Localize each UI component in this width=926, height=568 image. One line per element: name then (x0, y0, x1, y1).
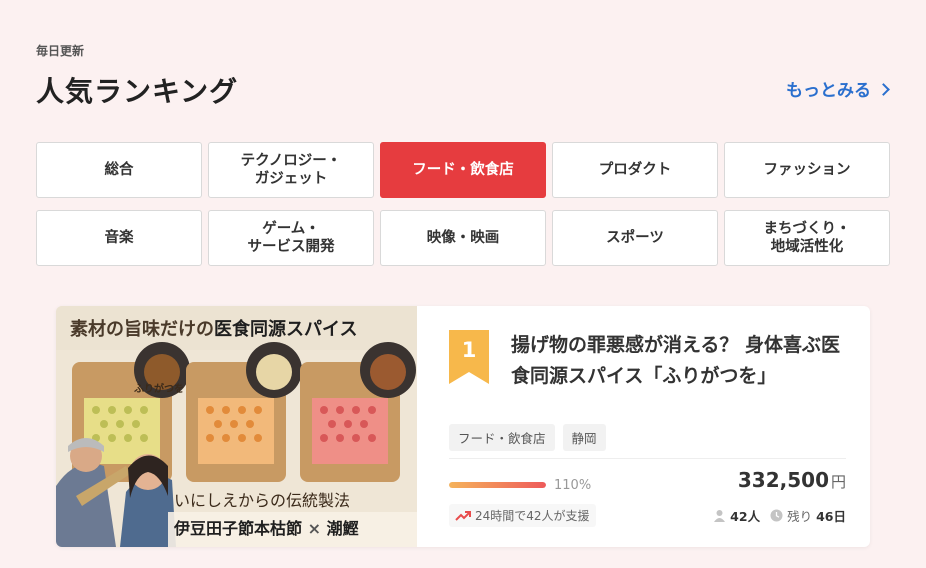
project-title-link[interactable]: 揚げ物の罪悪感が消える？ 身体喜ぶ医食同源スパイス「ふりがつを」 (511, 330, 851, 392)
progress-fill (449, 482, 546, 488)
svg-text:素材の旨味だけの医食同源スパイス: 素材の旨味だけの医食同源スパイス (70, 318, 357, 340)
person-icon (714, 510, 726, 522)
category-tabs: 総合 テクノロジー・ ガジェット フード・飲食店 プロダクト ファッション 音楽… (36, 142, 890, 266)
svg-text:伊豆田子節本枯節 × 潮鰹: 伊豆田子節本枯節 × 潮鰹 (173, 519, 359, 538)
category-tab-game[interactable]: ゲーム・ サービス開発 (208, 210, 374, 266)
package-label: ふりがつを (134, 382, 184, 395)
thumbnail-headline-em: 医食同源スパイス (214, 318, 357, 340)
thumbnail-bottom-pre: 伊豆田子節本枯節 (173, 519, 302, 538)
remaining-label: 残り (787, 509, 813, 524)
project-thumbnail[interactable]: 素材の旨味だけの医食同源スパイス ふりがつを いにしえからの伝統製法 伊豆田子節… (56, 306, 417, 547)
ranking-card[interactable]: 素材の旨味だけの医食同源スパイス ふりがつを いにしえからの伝統製法 伊豆田子節… (56, 306, 870, 547)
category-tab-sogo[interactable]: 総合 (36, 142, 202, 198)
backer-count: 42人 (713, 506, 760, 525)
clock-icon (770, 509, 783, 522)
thumbnail-headline: 素材の旨味だけの (70, 318, 214, 340)
ranking-eyebrow: 毎日更新 (36, 44, 85, 58)
currency-label: 円 (830, 473, 846, 491)
rank-badge: 1 (449, 330, 489, 384)
rank-number: 1 (461, 338, 477, 362)
category-tab-music[interactable]: 音楽 (36, 210, 202, 266)
page-title: 人気ランキング (36, 75, 239, 108)
category-tab-fashion[interactable]: ファッション (724, 142, 890, 198)
recent-supporters-text: 24時間で42人が支援 (475, 509, 590, 523)
progress-bar (449, 482, 546, 488)
thumbnail-subtitle: いにしえからの伝統製法 (174, 491, 350, 510)
chevron-right-icon (877, 82, 890, 96)
spice-bag (300, 342, 416, 482)
spice-bag (186, 342, 302, 482)
tag-category[interactable]: フード・飲食店 (449, 424, 555, 451)
thumbnail-bottom-post: 潮鰹 (327, 519, 359, 538)
remaining-days: 残り 46日 (770, 506, 846, 525)
progress-percent: 110% (554, 478, 592, 493)
see-more-link[interactable]: もっとみる (786, 76, 890, 101)
thumbnail-bottom-x: × (308, 519, 321, 538)
funding-amount: 332,500 円 (738, 468, 846, 492)
category-tab-film[interactable]: 映像・映画 (380, 210, 546, 266)
see-more-label: もっとみる (786, 81, 871, 101)
trending-up-icon (455, 510, 471, 521)
category-tab-sports[interactable]: スポーツ (552, 210, 718, 266)
category-tab-community[interactable]: まちづくり・ 地域活性化 (724, 210, 890, 266)
project-stats: 42人 残り 46日 (713, 506, 846, 525)
tag-region[interactable]: 静岡 (562, 424, 606, 451)
category-tab-food[interactable]: フード・飲食店 (380, 142, 546, 198)
tag-list: フード・飲食店 静岡 (449, 424, 606, 451)
recent-supporters: 24時間で42人が支援 (449, 504, 596, 527)
category-tab-product[interactable]: プロダクト (552, 142, 718, 198)
amount-value: 332,500 (737, 468, 829, 492)
divider (449, 458, 846, 459)
category-tab-technology[interactable]: テクノロジー・ ガジェット (208, 142, 374, 198)
remaining-value: 46日 (816, 509, 846, 524)
thumbnail-image: 素材の旨味だけの医食同源スパイス ふりがつを いにしえからの伝統製法 伊豆田子節… (56, 306, 417, 547)
backer-count-value: 42人 (730, 509, 761, 524)
